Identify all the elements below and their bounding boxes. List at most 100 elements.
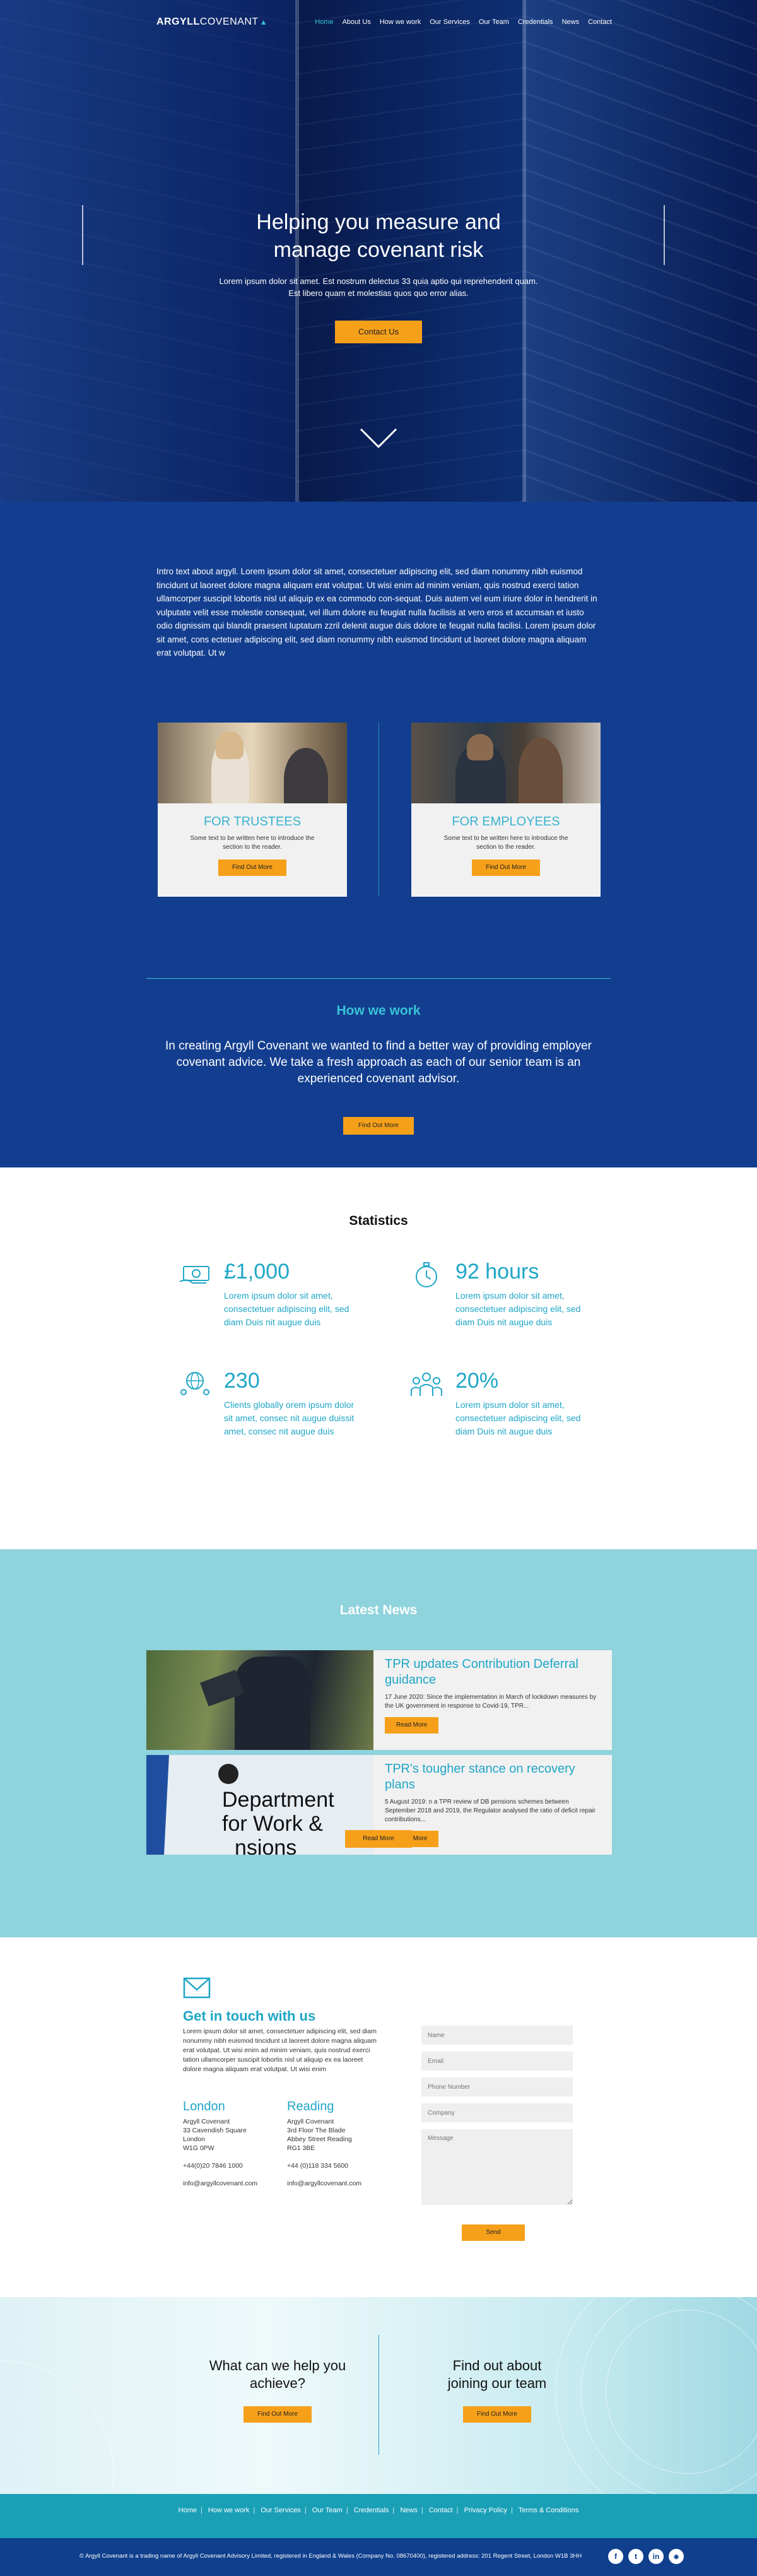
cta-title: Find out about joining our team (447, 2358, 547, 2391)
cta-help: What can we help you achieve? Find Out M… (183, 2357, 372, 2423)
london-office: London Argyll Covenant 33 Cavendish Squa… (183, 2098, 278, 2188)
footer-link-home[interactable]: Home (175, 2507, 201, 2514)
cta-divider (378, 2335, 379, 2455)
news-image: Department for Work & nsions (146, 1755, 373, 1855)
stat-value: £1,000 (224, 1260, 290, 1284)
nav-our-services[interactable]: Our Services (430, 18, 470, 26)
footer-link-privacy[interactable]: Privacy Policy (461, 2507, 511, 2514)
office-city: London (183, 2100, 225, 2113)
how-we-work-button[interactable]: Find Out More (343, 1117, 414, 1135)
cta-section: What can we help you achieve? Find Out M… (0, 2297, 757, 2494)
rss-icon[interactable]: ◉ (669, 2549, 684, 2564)
money-icon (179, 1266, 209, 1284)
nav-contact[interactable]: Contact (588, 18, 612, 26)
stat-value: 230 (224, 1369, 260, 1393)
page: ARGYLLCOVENANT ▲ Home About Us How we wor… (0, 0, 757, 2576)
latest-news-section: Latest News TPR updates Contribution Def… (0, 1549, 757, 1937)
footer-link-news[interactable]: News (396, 2507, 421, 2514)
top-navigation: ARGYLLCOVENANT ▲ Home About Us How we wor… (156, 13, 612, 32)
social-links: f t in ◉ (608, 2549, 684, 2564)
hero-text: Lorem ipsum dolor sit amet. Est nostrum … (219, 276, 538, 298)
news-item: TPR updates Contribution Deferral guidan… (146, 1650, 612, 1750)
footer-links: Home | How we work | Our Services | Our Tea… (0, 2507, 757, 2514)
legal-text: © Argyll Covenant is a trading name of A… (79, 2553, 582, 2560)
envelope-icon (183, 1977, 211, 1999)
stat-value: 20% (455, 1369, 499, 1393)
svg-text:for Work &: for Work & (222, 1812, 323, 1836)
help-find-out-more-button[interactable]: Find Out More (244, 2406, 312, 2423)
how-we-work-title: How we work (336, 1003, 421, 1018)
site-logo[interactable]: ARGYLLCOVENANT ▲ (156, 16, 267, 28)
stat-item: 230 Clients globally orem ipsum dolor si… (179, 1368, 380, 1438)
nav-credentials[interactable]: Credentials (518, 18, 553, 26)
statistics-section: Statistics £1,000 Lorem ipsum dolor sit … (0, 1167, 757, 1549)
main-menu: Home About Us How we work Our Services O… (315, 18, 612, 26)
facebook-icon[interactable]: f (608, 2549, 623, 2564)
cta-title: What can we help you achieve? (209, 2358, 346, 2391)
contact-us-button[interactable]: Contact Us (335, 321, 422, 343)
footer-link-credentials[interactable]: Credentials (350, 2507, 393, 2514)
card-text: Some text to be written here to introduc… (443, 835, 568, 851)
nav-home[interactable]: Home (315, 18, 333, 26)
office-email[interactable]: info@argyllcovenant.com (287, 2179, 382, 2188)
stat-text: Lorem ipsum dolor sit amet, consectetuer… (455, 1400, 581, 1436)
trustees-card: FOR TRUSTEES Some text to be written her… (158, 723, 347, 897)
nav-how-we-work[interactable]: How we work (380, 18, 421, 26)
statistics-title: Statistics (349, 1214, 408, 1228)
twitter-icon[interactable]: t (628, 2549, 643, 2564)
scroll-down-chevron-icon[interactable] (360, 428, 397, 449)
cards-divider (378, 723, 379, 897)
name-field[interactable] (421, 2026, 573, 2045)
svg-text:Department: Department (222, 1788, 334, 1812)
latest-news-title: Latest News (339, 1603, 418, 1617)
news-title: TPR updates Contribution Deferral guidan… (385, 1657, 578, 1687)
news-title: TPR's tougher stance on recovery plans (385, 1762, 575, 1792)
stat-item: 20% Lorem ipsum dolor sit amet, consecte… (410, 1368, 612, 1438)
office-phone[interactable]: +44 (0)118 334 5600 (287, 2161, 382, 2170)
email-field[interactable] (421, 2052, 573, 2071)
linkedin-icon[interactable]: in (648, 2549, 664, 2564)
office-phone[interactable]: +44(0)20 7846 1000 (183, 2161, 278, 2170)
all-news-read-more-button[interactable]: Read More (345, 1830, 412, 1848)
send-button[interactable]: Send (462, 2224, 525, 2241)
svg-text:nsions: nsions (235, 1836, 296, 1855)
reading-office: Reading Argyll Covenant 3rd Floor The Bl… (287, 2098, 382, 2188)
cta-join: Find out about joining our team Find Out… (402, 2357, 592, 2423)
news-image (146, 1650, 373, 1750)
nav-about-us[interactable]: About Us (343, 18, 371, 26)
footer-link-contact[interactable]: Contact (425, 2507, 457, 2514)
section-divider (146, 978, 611, 979)
office-city: Reading (287, 2100, 334, 2113)
hero-title: Helping you measure and manage covenant … (256, 210, 501, 262)
employees-card: FOR EMPLOYEES Some text to be written he… (411, 723, 601, 897)
company-field[interactable] (421, 2103, 573, 2122)
footer-link-terms[interactable]: Terms & Conditions (515, 2507, 582, 2514)
footer-bar: © Argyll Covenant is a trading name of A… (0, 2538, 757, 2576)
employees-find-out-more-button[interactable]: Find Out More (472, 860, 540, 876)
trustees-photo (158, 723, 347, 803)
footer-link-our-services[interactable]: Our Services (257, 2507, 305, 2514)
phone-field[interactable] (421, 2077, 573, 2096)
logo-triangle-icon: ▲ (259, 18, 268, 27)
nav-news[interactable]: News (562, 18, 580, 26)
news-body: TPR's tougher stance on recovery plans 5… (385, 1761, 599, 1847)
team-icon (411, 1373, 442, 1396)
stat-item: £1,000 Lorem ipsum dolor sit amet, conse… (179, 1259, 380, 1329)
join-find-out-more-button[interactable]: Find Out More (463, 2406, 531, 2423)
news-excerpt: 17 June 2020: Since the implementation i… (385, 1694, 597, 1710)
contact-form (421, 2026, 573, 2212)
footer-link-our-team[interactable]: Our Team (308, 2507, 346, 2514)
message-field[interactable] (421, 2129, 573, 2205)
footer: Home | How we work | Our Services | Our Tea… (0, 2494, 757, 2576)
news-excerpt: 5 August 2019: n a TPR review of DB pens… (385, 1799, 596, 1823)
contact-title: Get in touch with us (183, 2008, 316, 2024)
stat-value: 92 hours (455, 1260, 539, 1284)
trustees-find-out-more-button[interactable]: Find Out More (218, 860, 286, 876)
nav-our-team[interactable]: Our Team (479, 18, 509, 26)
stat-text: Clients globally orem ipsum dolor sit am… (224, 1400, 355, 1436)
stat-text: Lorem ipsum dolor sit amet, consectetuer… (224, 1291, 349, 1327)
footer-link-how-we-work[interactable]: How we work (204, 2507, 253, 2514)
stat-item: 92 hours Lorem ipsum dolor sit amet, con… (410, 1259, 612, 1329)
read-more-button[interactable]: Read More (385, 1717, 439, 1734)
office-email[interactable]: info@argyllcovenant.com (183, 2179, 278, 2188)
